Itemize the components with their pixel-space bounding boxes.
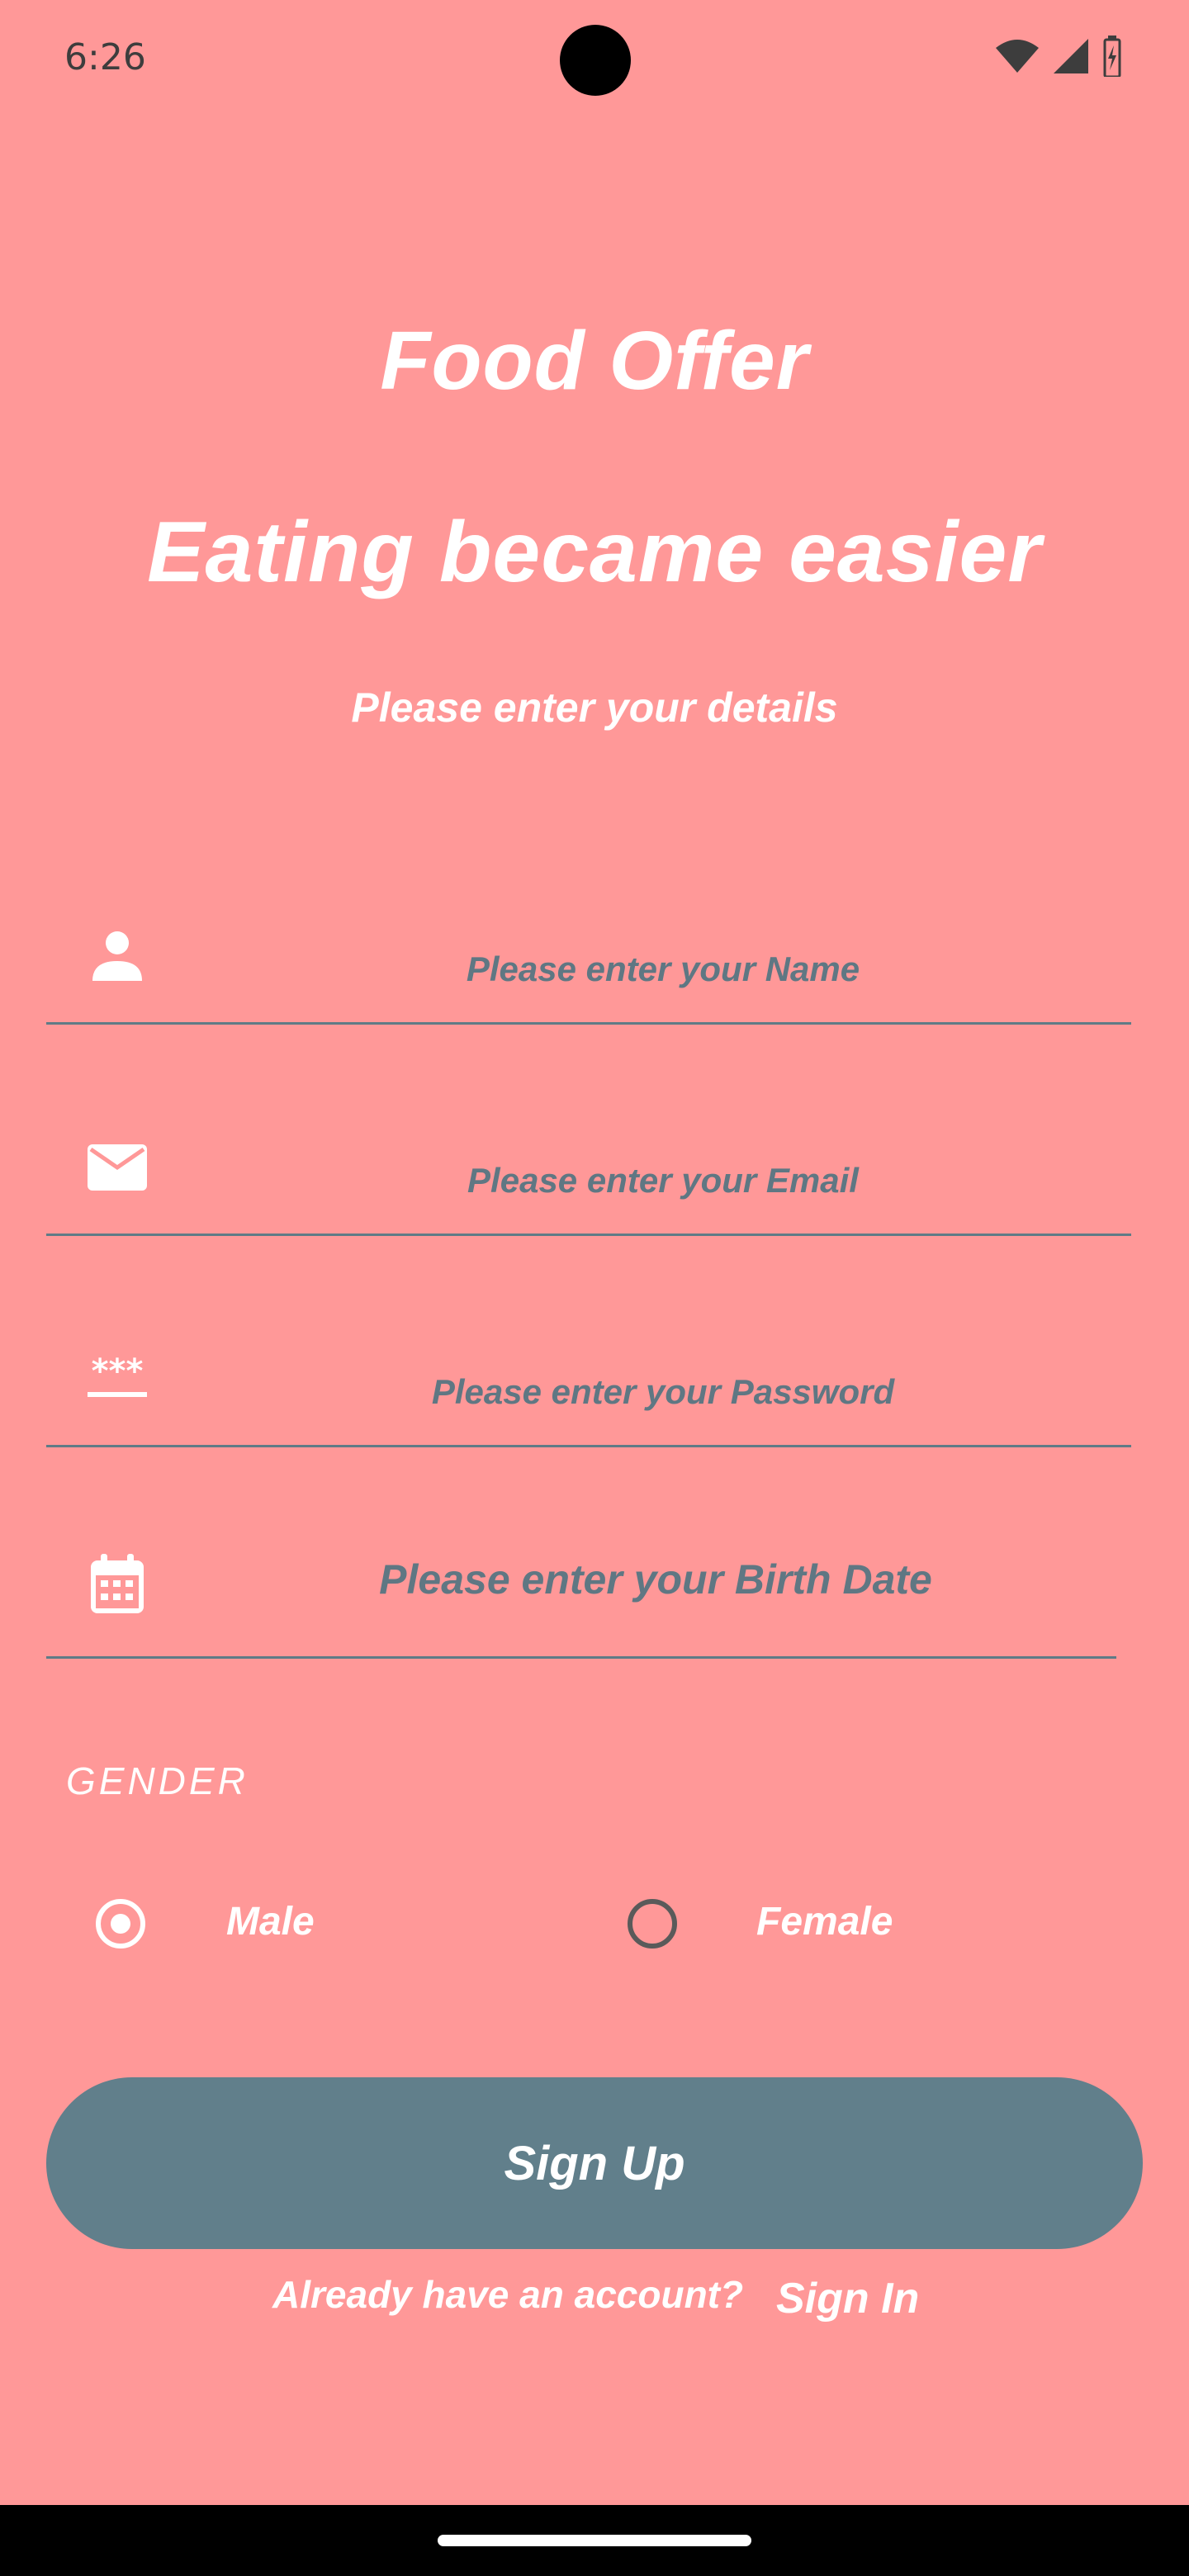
gender-label: GENDER bbox=[66, 1759, 249, 1802]
female-label[interactable]: Female bbox=[756, 1899, 893, 1944]
sign-up-button[interactable]: Sign Up bbox=[46, 2077, 1143, 2249]
camera-cutout bbox=[560, 25, 631, 96]
svg-text:***: *** bbox=[92, 1352, 144, 1390]
wifi-icon bbox=[994, 38, 1040, 78]
birthdate-placeholder: Please enter your Birth Date bbox=[379, 1556, 932, 1603]
female-radio[interactable] bbox=[628, 1899, 677, 1949]
subtitle: Please enter your details bbox=[351, 684, 838, 731]
password-placeholder: Please enter your Password bbox=[431, 1372, 895, 1411]
sign-up-label: Sign Up bbox=[504, 2136, 685, 2190]
male-label[interactable]: Male bbox=[226, 1899, 315, 1944]
email-field[interactable]: Please enter your Email bbox=[46, 1126, 1131, 1236]
male-radio[interactable] bbox=[96, 1899, 145, 1949]
app-title: Food Offer bbox=[380, 315, 809, 407]
name-field[interactable]: Please enter your Name bbox=[46, 915, 1131, 1025]
email-placeholder: Please enter your Email bbox=[467, 1161, 859, 1200]
birthdate-field[interactable]: Please enter your Birth Date bbox=[46, 1549, 1116, 1659]
calendar-icon bbox=[84, 1552, 150, 1618]
signal-icon bbox=[1052, 37, 1090, 79]
status-icons bbox=[994, 33, 1123, 83]
email-icon bbox=[84, 1134, 150, 1200]
battery-icon bbox=[1101, 35, 1123, 81]
status-time: 6:26 bbox=[64, 36, 146, 78]
name-placeholder: Please enter your Name bbox=[466, 949, 860, 988]
home-handle[interactable] bbox=[438, 2535, 751, 2546]
already-account-text: Already have an account? bbox=[272, 2273, 744, 2316]
tagline: Eating became easier bbox=[147, 504, 1042, 600]
password-field[interactable]: *** Please enter your Password bbox=[46, 1338, 1131, 1447]
person-icon bbox=[84, 923, 150, 989]
password-icon: *** bbox=[84, 1349, 150, 1415]
sign-in-link[interactable]: Sign In bbox=[776, 2274, 919, 2323]
